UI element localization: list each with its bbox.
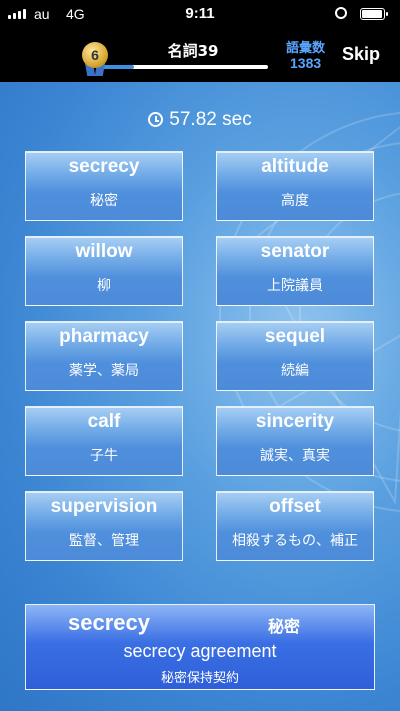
card-word: senator bbox=[260, 241, 330, 262]
card-meaning: 高度 bbox=[281, 193, 309, 209]
card-word: willow bbox=[75, 241, 133, 262]
rotation-lock-icon bbox=[335, 7, 347, 19]
word-card-altitude[interactable]: altitude 高度 bbox=[216, 151, 374, 221]
card-meaning: 上院議員 bbox=[267, 278, 323, 294]
progress-bar bbox=[100, 65, 268, 69]
card-meaning: 秘密 bbox=[90, 193, 118, 209]
quiz-header: 6 名詞39 語彙数 1383 Skip bbox=[0, 28, 400, 82]
card-word: supervision bbox=[50, 496, 158, 517]
vocab-count-label: 語彙数 bbox=[286, 41, 326, 56]
vocab-count-value: 1383 bbox=[290, 55, 322, 71]
quiz-area: 57.82 sec secrecy 秘密 altitude 高度 willow … bbox=[0, 82, 400, 711]
timer-value: 57.82 sec bbox=[169, 109, 252, 130]
answer-word: secrecy bbox=[68, 610, 150, 635]
card-meaning: 薬学、薬局 bbox=[69, 363, 139, 379]
word-card-supervision[interactable]: supervision 監督、管理 bbox=[25, 491, 183, 561]
card-word: sequel bbox=[264, 326, 326, 347]
card-word: altitude bbox=[261, 156, 329, 177]
card-meaning: 続編 bbox=[281, 363, 309, 379]
skip-button[interactable]: Skip bbox=[342, 44, 380, 65]
status-bar: au 4G 9:11 bbox=[0, 0, 400, 28]
word-card-sequel[interactable]: sequel 続編 bbox=[216, 321, 374, 391]
card-word: sincerity bbox=[255, 411, 335, 432]
word-card-willow[interactable]: willow 柳 bbox=[25, 236, 183, 306]
word-card-pharmacy[interactable]: pharmacy 薬学、薬局 bbox=[25, 321, 183, 391]
timer: 57.82 sec bbox=[0, 109, 400, 131]
level-medal-icon: 6 bbox=[82, 42, 108, 68]
word-card-secrecy[interactable]: secrecy 秘密 bbox=[25, 151, 183, 221]
progress-fill bbox=[100, 65, 134, 69]
answer-meaning: 秘密 bbox=[268, 617, 301, 636]
battery-icon bbox=[360, 8, 388, 20]
level-number: 6 bbox=[91, 47, 99, 63]
answer-panel[interactable]: secrecy 秘密 secrecy agreement 秘密保持契約 bbox=[25, 604, 375, 690]
card-meaning: 監督、管理 bbox=[69, 533, 139, 549]
word-card-offset[interactable]: offset 相殺するもの、補正 bbox=[216, 491, 374, 561]
card-meaning: 子牛 bbox=[90, 448, 118, 464]
example-phrase: secrecy agreement bbox=[123, 641, 277, 661]
word-card-calf[interactable]: calf 子牛 bbox=[25, 406, 183, 476]
card-word: offset bbox=[269, 496, 321, 517]
card-word: secrecy bbox=[68, 156, 140, 177]
word-card-sincerity[interactable]: sincerity 誠実、真実 bbox=[216, 406, 374, 476]
card-word: calf bbox=[87, 411, 121, 432]
card-meaning: 柳 bbox=[97, 278, 111, 294]
card-word: pharmacy bbox=[59, 326, 149, 347]
card-meaning: 相殺するもの、補正 bbox=[232, 533, 358, 549]
card-meaning: 誠実、真実 bbox=[260, 448, 330, 464]
category-title: 名詞39 bbox=[167, 42, 219, 60]
clock-icon bbox=[148, 112, 164, 127]
example-phrase-translation: 秘密保持契約 bbox=[160, 671, 239, 686]
word-card-senator[interactable]: senator 上院議員 bbox=[216, 236, 374, 306]
